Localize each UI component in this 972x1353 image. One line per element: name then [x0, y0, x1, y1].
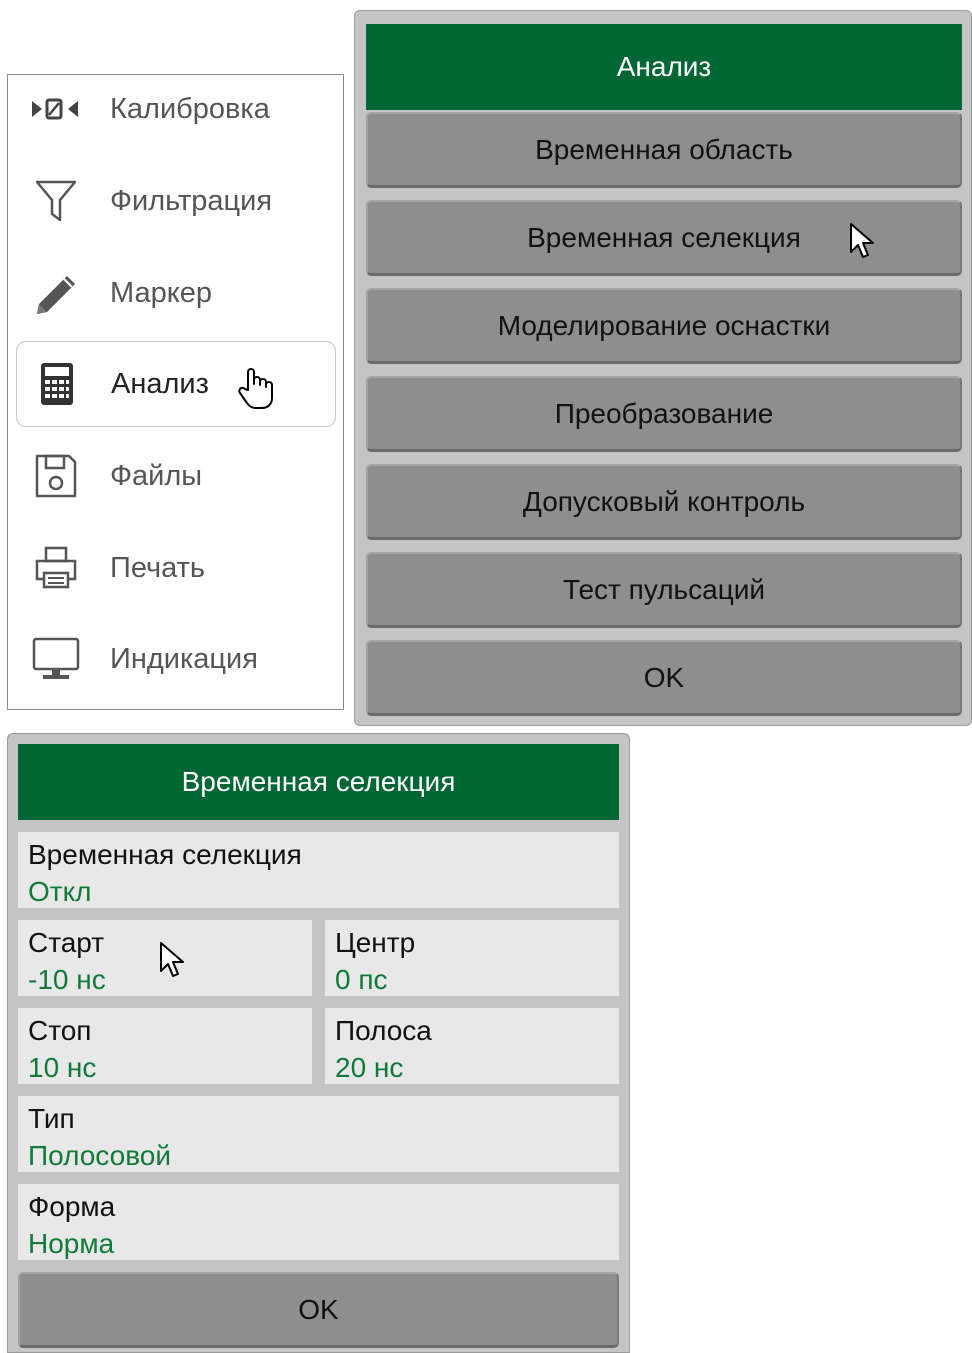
field-label: Временная селекция [28, 839, 302, 870]
sidebar-item-analysis[interactable]: Анализ [16, 341, 336, 427]
field-value: Норма [28, 1228, 115, 1259]
ripple-test-button[interactable]: Тест пульсаций [366, 552, 962, 628]
hand-cursor-icon [238, 368, 273, 409]
sidebar-item-label: Индикация [110, 642, 258, 675]
field-label: Форма [28, 1191, 116, 1222]
sidebar-item-label: Анализ [111, 367, 209, 400]
calibration-icon [28, 84, 84, 134]
panel-title: Анализ [366, 24, 962, 110]
sidebar-item-label: Файлы [110, 459, 203, 492]
center-field[interactable]: Центр 0 пс [325, 920, 619, 996]
shape-field[interactable]: Форма Норма [18, 1184, 619, 1260]
stop-field[interactable]: Стоп 10 нс [18, 1008, 312, 1084]
span-field[interactable]: Полоса 20 нс [325, 1008, 619, 1084]
sidebar-item-filter[interactable]: Фильтрация [16, 158, 336, 244]
field-value: Полосовой [28, 1140, 171, 1171]
time-gating-panel: Временная селекция Временная селекция От… [7, 733, 630, 1353]
calculator-icon [29, 359, 85, 409]
fixture-simulation-button[interactable]: Моделирование оснастки [366, 288, 962, 364]
monitor-icon [28, 634, 84, 684]
ok-button[interactable]: OK [18, 1272, 619, 1348]
type-field[interactable]: Тип Полосовой [18, 1096, 619, 1172]
field-value: 10 нс [28, 1052, 97, 1083]
side-menu: Калибровка Фильтрация Маркер Анализ Файл… [7, 74, 344, 710]
analysis-panel: Анализ Временная область Временная селек… [354, 10, 972, 726]
field-label: Центр [335, 927, 416, 958]
sidebar-item-label: Калибровка [110, 92, 270, 125]
field-label: Стоп [28, 1015, 92, 1046]
conversion-button[interactable]: Преобразование [366, 376, 962, 452]
floppy-disk-icon [28, 451, 84, 501]
sidebar-item-display[interactable]: Индикация [16, 616, 336, 702]
arrow-cursor-icon [160, 942, 184, 977]
sidebar-item-label: Печать [110, 551, 206, 584]
field-value: 0 пс [335, 964, 388, 995]
field-value: 20 нс [335, 1052, 404, 1083]
arrow-cursor-icon [850, 223, 874, 258]
pencil-icon [28, 268, 84, 318]
ok-button[interactable]: OK [366, 640, 962, 716]
sidebar-item-label: Фильтрация [110, 184, 273, 217]
sidebar-item-label: Маркер [110, 276, 213, 309]
sidebar-item-files[interactable]: Файлы [16, 433, 336, 519]
gating-state-field[interactable]: Временная селекция Откл [18, 832, 619, 908]
filter-icon [28, 176, 84, 226]
panel-title: Временная селекция [18, 744, 619, 820]
limit-test-button[interactable]: Допусковый контроль [366, 464, 962, 540]
sidebar-item-marker[interactable]: Маркер [16, 250, 336, 336]
sidebar-item-print[interactable]: Печать [16, 525, 336, 611]
field-label: Полоса [335, 1015, 432, 1046]
printer-icon [28, 543, 84, 593]
field-value: Откл [28, 876, 92, 907]
time-domain-button[interactable]: Временная область [366, 112, 962, 188]
sidebar-item-calibration[interactable]: Калибровка [16, 66, 336, 152]
field-label: Тип [28, 1103, 75, 1134]
